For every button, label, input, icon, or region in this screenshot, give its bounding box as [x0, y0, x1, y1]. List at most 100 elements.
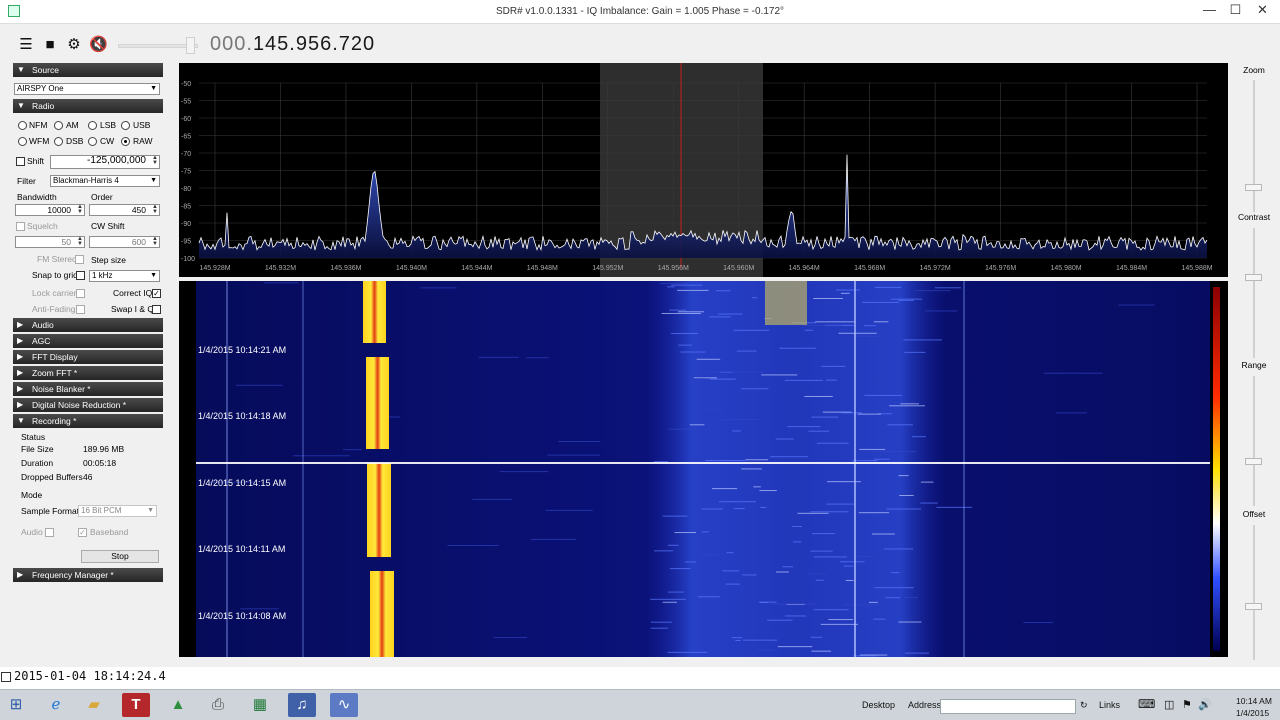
spectrum-display[interactable]: -50 -55 -60 -65 -70 -75 -80 -85 -90 -95 -100 145.9… — [179, 63, 1228, 277]
volume-icon[interactable]: 🔊 — [1198, 698, 1212, 711]
radio-wfm[interactable] — [18, 137, 27, 146]
section-audio[interactable]: ▶ Audio — [13, 318, 163, 332]
lockcarrier-label: Lock carrier — [32, 288, 77, 298]
audio-app-icon[interactable]: ♫ — [288, 693, 316, 717]
start-icon[interactable]: ⊞ — [2, 693, 30, 717]
network-icon[interactable]: ◫ — [1164, 698, 1174, 711]
correctiq-label: Correct IQ — [113, 288, 153, 298]
frequency-display[interactable]: 000.145.956.720 — [210, 33, 375, 56]
swapiq-checkbox[interactable] — [152, 305, 161, 314]
clock-date[interactable]: 1/4/2015 — [1236, 708, 1269, 718]
hamburger-icon[interactable]: ☰ — [17, 37, 35, 53]
minimize-button[interactable]: — — [1196, 0, 1223, 22]
taskbar-desktop-label[interactable]: Desktop — [862, 700, 895, 710]
radio-dsb[interactable] — [54, 137, 63, 146]
squelch-input[interactable]: 50 ▲ ▼ — [15, 236, 85, 248]
radio-raw[interactable] — [121, 137, 130, 146]
bandwidth-input[interactable]: 10000 ▲ ▼ — [15, 204, 85, 216]
clock-time[interactable]: 10:14 AM — [1236, 696, 1272, 706]
section-source[interactable]: ▼ Source — [13, 63, 163, 77]
section-recording[interactable]: ▼ Recording * — [13, 414, 163, 428]
radio-cw[interactable] — [88, 137, 97, 146]
stop-icon[interactable]: ■ — [41, 37, 59, 53]
status-checkbox[interactable] — [1, 672, 11, 682]
waterfall-color-scale — [1213, 287, 1220, 651]
waterfall-display[interactable]: 1/4/2015 10:14:21 AM 1/4/2015 10:14:18 A… — [179, 281, 1228, 657]
section-agc[interactable]: ▶ AGC — [13, 334, 163, 348]
radio-raw-label: RAW — [133, 136, 153, 146]
bandwidth-label: Bandwidth — [17, 192, 57, 202]
range-slider[interactable] — [1253, 376, 1255, 506]
squelch-checkbox[interactable] — [16, 222, 25, 231]
radio-am-label: AM — [66, 120, 79, 130]
audio-record-checkbox[interactable] — [45, 528, 54, 537]
text-app-icon[interactable]: T — [122, 693, 150, 717]
offset-slider-thumb[interactable] — [1245, 603, 1262, 610]
section-digital-noise-reduction[interactable]: ▶ Digital Noise Reduction * — [13, 398, 163, 412]
offset-slider[interactable] — [1253, 525, 1255, 660]
radio-usb[interactable] — [121, 121, 130, 130]
flag-icon[interactable]: ⚑ — [1182, 698, 1192, 711]
correctiq-checkbox[interactable]: ✓ — [152, 289, 161, 298]
radio-nfm[interactable] — [18, 121, 27, 130]
section-noise-blanker[interactable]: ▶ Noise Blanker * — [13, 382, 163, 396]
internet-explorer-icon[interactable]: ℯ — [42, 693, 70, 717]
contrast-slider[interactable] — [1253, 228, 1255, 358]
drive-icon[interactable]: ▲ — [164, 693, 192, 717]
x-tick-label: 145.932M — [265, 265, 296, 272]
order-input[interactable]: 450 ▲ ▼ — [89, 204, 160, 216]
section-fft-display[interactable]: ▶ FFT Display — [13, 350, 163, 364]
squelch-label: Squelch — [27, 221, 58, 231]
antifading-label: Anti-Fading — [32, 304, 76, 314]
x-tick-label: 145.944M — [461, 265, 492, 272]
baseband-checkbox[interactable]: ✓ — [78, 528, 87, 537]
frequency-value[interactable]: 145.956.720 — [253, 33, 375, 55]
filter-label: Filter — [17, 176, 36, 186]
refresh-icon[interactable]: ↻ — [1080, 700, 1088, 711]
antifading-checkbox[interactable] — [76, 305, 85, 314]
shift-checkbox[interactable] — [16, 157, 25, 166]
sample-format-label: Sample Format — [21, 506, 80, 516]
frequency-prefix[interactable]: 000. — [210, 33, 253, 55]
stepsize-select[interactable]: 1 kHz ▼ — [89, 270, 160, 282]
y-tick-label: -95 — [181, 239, 191, 246]
stop-recording-button[interactable]: Stop — [81, 550, 159, 563]
taskbar-links-label[interactable]: Links — [1099, 700, 1120, 710]
source-device-select[interactable]: AIRSPY One ▼ — [14, 83, 160, 95]
shift-input[interactable]: -125,000,000 ▲ ▼ — [50, 155, 160, 169]
snap-checkbox[interactable] — [76, 271, 85, 280]
x-tick-label: 145.928M — [199, 265, 230, 272]
address-input[interactable] — [940, 699, 1076, 714]
zoom-slider[interactable] — [1253, 80, 1255, 212]
spreadsheet-icon[interactable]: ▦ — [246, 693, 274, 717]
speaker-mute-icon[interactable]: 🔇 — [89, 37, 108, 53]
lockcarrier-checkbox[interactable] — [76, 289, 85, 298]
x-tick-label: 145.972M — [920, 265, 951, 272]
x-tick-label: 145.948M — [527, 265, 558, 272]
fmstereo-checkbox[interactable] — [75, 255, 84, 264]
contrast-slider-thumb[interactable] — [1245, 274, 1262, 281]
mode-label: Mode — [21, 490, 43, 500]
maximize-button[interactable]: ☐ — [1222, 0, 1249, 22]
sample-format-select[interactable]: 16 Bit PCM ▼ — [78, 505, 157, 517]
sdr-app-icon[interactable]: ∿ — [330, 693, 358, 717]
volume-slider-thumb[interactable] — [186, 37, 195, 54]
range-slider-thumb[interactable] — [1245, 458, 1262, 465]
close-button[interactable]: ✕ — [1249, 0, 1276, 22]
section-frequency-manager[interactable]: ▶ Frequency Manager * — [13, 568, 163, 582]
filter-select[interactable]: Blackman-Harris 4 ▼ — [50, 175, 160, 187]
section-zoom-fft[interactable]: ▶ Zoom FFT * — [13, 366, 163, 380]
keyboard-icon[interactable]: ⌨ — [1138, 697, 1155, 711]
cwshift-input[interactable]: 600 ▲ ▼ — [89, 236, 160, 248]
gear-icon[interactable]: ⚙ — [65, 37, 83, 53]
radio-am[interactable] — [54, 121, 63, 130]
x-tick-label: 145.936M — [330, 265, 361, 272]
section-radio[interactable]: ▼ Radio — [13, 99, 163, 113]
stepsize-label: Step size — [91, 255, 126, 265]
radio-nfm-label: NFM — [29, 120, 48, 130]
print-icon[interactable]: ⎙ — [204, 693, 232, 717]
zoom-slider-thumb[interactable] — [1245, 184, 1262, 191]
file-explorer-icon[interactable]: ▰ — [80, 693, 108, 717]
status-line — [0, 667, 1280, 689]
radio-lsb[interactable] — [88, 121, 97, 130]
